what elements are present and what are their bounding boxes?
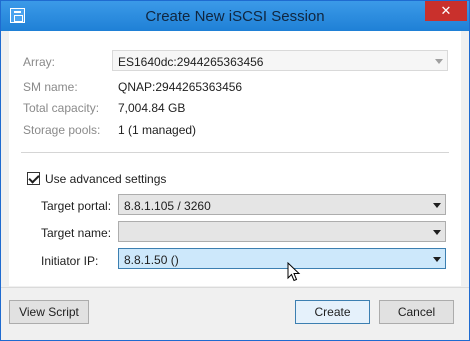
array-label: Array: <box>23 55 56 69</box>
target-name-label: Target name: <box>41 226 112 240</box>
initiator-ip-label: Initiator IP: <box>41 254 99 268</box>
target-portal-select[interactable]: 8.8.1.105 / 3260 <box>118 194 446 215</box>
sm-name-label: SM name: <box>23 80 78 94</box>
array-select[interactable]: ES1640dc:2944265363456 <box>112 50 448 71</box>
storage-pools-value: 1 (1 managed) <box>118 123 197 137</box>
create-button[interactable]: Create <box>295 300 370 324</box>
chevron-down-icon <box>428 222 445 241</box>
dialog-footer: View Script Create Cancel <box>1 287 469 340</box>
initiator-ip-select[interactable]: 8.8.1.50 () <box>118 248 446 269</box>
view-script-button[interactable]: View Script <box>9 300 89 324</box>
advanced-settings-label[interactable]: Use advanced settings <box>45 172 166 186</box>
target-portal-value: 8.8.1.105 / 3260 <box>124 199 211 213</box>
target-name-select[interactable] <box>118 221 446 242</box>
total-capacity-label: Total capacity: <box>23 101 100 115</box>
close-button[interactable]: ✕ <box>425 1 467 21</box>
cancel-button[interactable]: Cancel <box>379 300 454 324</box>
target-portal-label: Target portal: <box>41 199 112 213</box>
title-bar[interactable]: Create New iSCSI Session ✕ <box>1 1 469 31</box>
chevron-down-icon <box>428 195 445 214</box>
section-divider <box>21 152 449 153</box>
sm-name-value: QNAP:2944265363456 <box>118 80 243 94</box>
total-capacity-value: 7,004.84 GB <box>118 101 186 115</box>
create-iscsi-session-dialog: Create New iSCSI Session ✕ Array: ES1640… <box>0 0 470 341</box>
window-title: Create New iSCSI Session <box>145 8 325 25</box>
mouse-cursor-icon <box>287 262 301 282</box>
dialog-content: Array: ES1640dc:2944265363456 SM name: Q… <box>9 31 461 286</box>
storage-pools-label: Storage pools: <box>23 123 101 137</box>
chevron-down-icon <box>428 249 445 268</box>
initiator-ip-value: 8.8.1.50 () <box>124 253 179 267</box>
array-select-value: ES1640dc:2944265363456 <box>118 55 264 69</box>
advanced-settings-checkbox[interactable] <box>27 172 40 185</box>
chevron-down-icon <box>430 51 447 70</box>
